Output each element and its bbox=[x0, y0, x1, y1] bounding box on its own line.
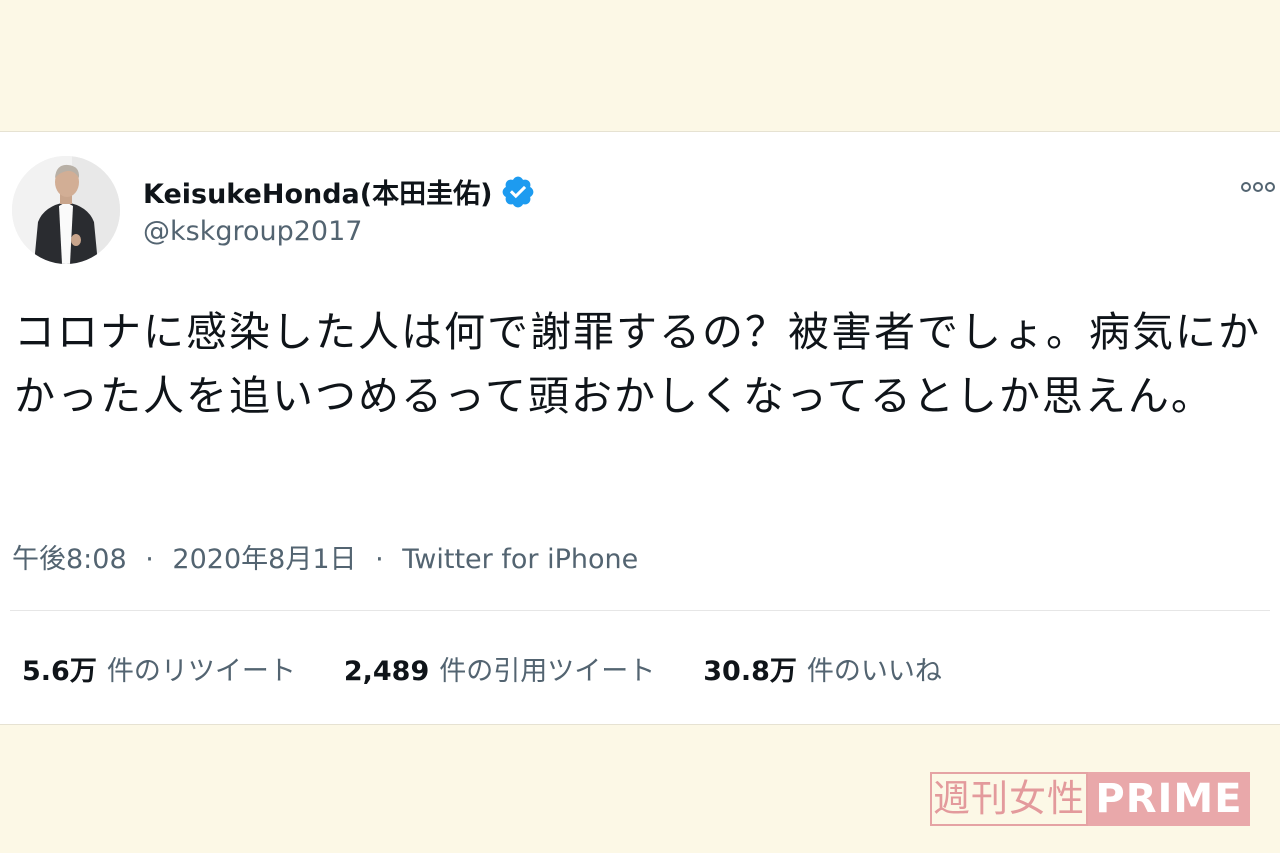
quote-count-value: 2,489 bbox=[343, 656, 430, 687]
author-handle[interactable]: @kskgroup2017 bbox=[143, 216, 362, 247]
retweet-count-value: 5.6万 bbox=[22, 656, 97, 687]
author-name-row[interactable]: KeisukeHonda(本田圭佑) bbox=[143, 172, 536, 211]
tweet-time[interactable]: 午後8:08 bbox=[12, 544, 127, 575]
like-count-value: 30.8万 bbox=[703, 656, 797, 687]
retweet-count[interactable]: 5.6万 件のリツイート bbox=[22, 649, 296, 688]
watermark-logo: 週刊女性 PRIME bbox=[930, 772, 1250, 826]
tweet-source[interactable]: Twitter for iPhone bbox=[402, 544, 638, 575]
quote-count[interactable]: 2,489 件の引用ツイート bbox=[344, 649, 655, 688]
watermark-logo-en: PRIME bbox=[1088, 772, 1250, 826]
quote-count-label: 件の引用ツイート bbox=[439, 656, 656, 687]
tweet-metadata: 午後8:08 · 2020年8月1日 · Twitter for iPhone bbox=[12, 537, 638, 576]
author-display-name[interactable]: KeisukeHonda(本田圭佑) bbox=[143, 172, 492, 211]
verified-badge-icon bbox=[500, 174, 536, 210]
tweet-stats: 5.6万 件のリツイート 2,489 件の引用ツイート 30.8万 件のいいね bbox=[22, 649, 990, 688]
meta-separator: · bbox=[375, 544, 384, 575]
tweet-text: コロナに感染した人は何で謝罪するの？被害者でしょ。病気にかかった人を追いつめるっ… bbox=[14, 308, 1261, 420]
avatar[interactable] bbox=[12, 156, 120, 264]
avatar-image bbox=[12, 156, 120, 264]
watermark-logo-jp: 週刊女性 bbox=[930, 772, 1088, 826]
like-count-label: 件のいいね bbox=[806, 656, 942, 687]
divider bbox=[10, 610, 1270, 611]
more-options-icon[interactable] bbox=[1238, 174, 1278, 200]
retweet-count-label: 件のリツイート bbox=[106, 656, 296, 687]
tweet-date[interactable]: 2020年8月1日 bbox=[172, 544, 356, 575]
tweet-card: KeisukeHonda(本田圭佑) @kskgroup2017 コロナに感染し… bbox=[0, 131, 1280, 725]
like-count[interactable]: 30.8万 件のいいね bbox=[703, 649, 942, 688]
meta-separator: · bbox=[145, 544, 154, 575]
